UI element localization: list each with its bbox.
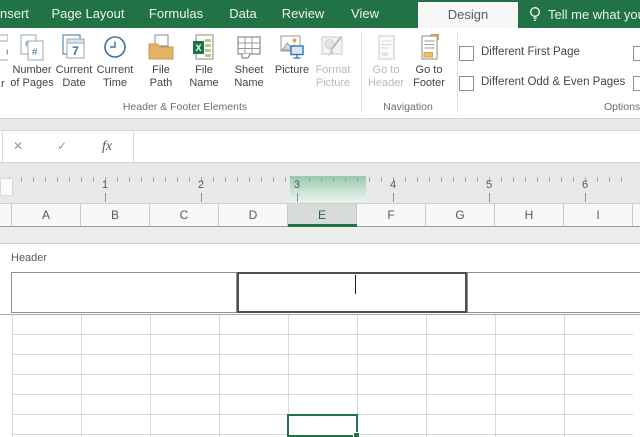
insert-function-button[interactable]: fx <box>98 131 116 162</box>
sheet-name-icon <box>237 36 261 59</box>
header-section-right[interactable] <box>467 272 640 313</box>
button-label: Picture <box>315 77 351 89</box>
header-section-center-active[interactable] <box>237 272 467 313</box>
different-first-page-checkbox[interactable] <box>459 46 474 61</box>
column-header-d[interactable]: D <box>219 204 288 226</box>
different-first-page-label: Different First Page <box>481 46 580 58</box>
page-top-gap <box>0 227 640 243</box>
scale-checkbox-partial[interactable] <box>633 46 640 61</box>
column-header-g[interactable]: G <box>426 204 495 226</box>
go-to-header-icon <box>378 35 395 60</box>
excel-window: nsert Page Layout Formulas Data Review V… <box>0 0 640 437</box>
tab-page-layout[interactable]: Page Layout <box>51 0 124 28</box>
button-label: Current <box>96 64 134 76</box>
group-separator <box>457 31 458 113</box>
column-header-c[interactable]: C <box>150 204 219 226</box>
svg-text:#: # <box>32 47 38 58</box>
tab-review[interactable]: Review <box>282 0 325 28</box>
go-to-footer-button[interactable]: Go to Footer <box>403 31 455 90</box>
tab-data[interactable]: Data <box>229 0 256 28</box>
tab-design-active[interactable]: Design <box>418 2 518 28</box>
format-picture-icon <box>321 36 343 57</box>
svg-text:X: X <box>195 43 201 53</box>
active-cell-e[interactable] <box>286 413 360 437</box>
ribbon-lower-band <box>0 119 640 130</box>
ruler-mark: 3 <box>285 179 309 202</box>
number-of-pages-icon: # # <box>20 34 44 61</box>
enter-button[interactable]: ✓ <box>53 131 71 162</box>
ruler-left-endcap[interactable] <box>0 178 13 196</box>
page-top-edge <box>0 243 640 244</box>
ruler-mark: 1 <box>93 179 117 202</box>
ruler-mark: 5 <box>477 179 501 202</box>
tab-view[interactable]: View <box>351 0 379 28</box>
name-box-divider <box>2 131 3 162</box>
go-to-footer-icon <box>421 34 439 60</box>
align-checkbox-partial[interactable] <box>633 76 640 91</box>
column-header-b[interactable]: B <box>81 204 150 226</box>
header-section-left[interactable] <box>11 272 237 313</box>
tell-me-box[interactable]: Tell me what you <box>528 0 640 28</box>
different-odd-even-checkbox[interactable] <box>459 76 474 91</box>
group-label-header-footer-elements: Header & Footer Elements <box>122 101 248 113</box>
tab-formulas[interactable]: Formulas <box>149 0 203 28</box>
column-header-i[interactable]: I <box>564 204 633 226</box>
button-label: Go to <box>415 64 443 76</box>
ruler-mark: 6 <box>573 179 597 202</box>
column-header-h[interactable]: H <box>495 204 564 226</box>
group-label-navigation: Navigation <box>383 101 433 113</box>
current-time-icon <box>104 36 126 58</box>
tab-insert-partial[interactable]: nsert <box>0 0 29 28</box>
column-header-partial-right[interactable] <box>633 204 640 226</box>
tell-me-label: Tell me what you <box>548 6 640 22</box>
button-label: Footer <box>413 77 445 89</box>
different-odd-even-label: Different Odd & Even Pages <box>481 76 626 88</box>
file-path-icon <box>148 34 174 60</box>
current-time-button[interactable]: Current Time <box>89 31 141 90</box>
current-date-icon: 7 <box>62 34 85 59</box>
ribbon-tab-bar: nsert Page Layout Formulas Data Review V… <box>0 0 640 28</box>
ruler-mark: 2 <box>189 179 213 202</box>
svg-text:7: 7 <box>72 44 79 58</box>
formula-bar: ✕ ✓ fx <box>0 130 640 163</box>
column-header-partial-left[interactable] <box>0 204 12 226</box>
page-number-label-partial: r <box>1 78 5 90</box>
ribbon: # r # # Number of Pages 7 Current Da <box>0 28 640 119</box>
column-header-e-selected[interactable]: E <box>288 204 357 226</box>
group-label-options: Options <box>604 101 640 113</box>
formula-input[interactable] <box>134 131 640 162</box>
picture-icon <box>280 35 304 59</box>
cancel-button[interactable]: ✕ <box>9 131 27 162</box>
ruler-mark: 4 <box>381 179 405 202</box>
file-name-icon: X <box>193 34 214 60</box>
button-label: Format <box>315 64 351 76</box>
tab-design-label: Design <box>447 7 489 22</box>
button-label: Time <box>102 77 128 89</box>
column-header-f[interactable]: F <box>357 204 426 226</box>
text-cursor <box>355 275 356 294</box>
lightbulb-icon <box>530 6 540 21</box>
header-zone-label: Header <box>11 252 48 264</box>
button-label: Name <box>234 77 264 89</box>
column-header-a[interactable]: A <box>12 204 81 226</box>
format-picture-button: Format Picture <box>307 31 359 90</box>
